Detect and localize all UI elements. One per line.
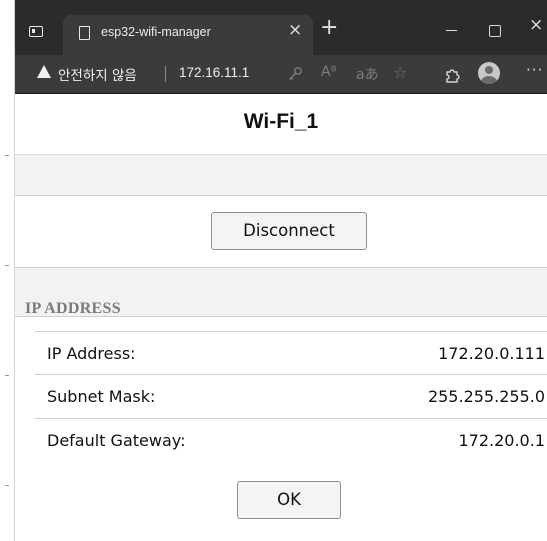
profile-icon[interactable] — [478, 62, 500, 84]
edge-mark — [5, 375, 9, 376]
row-label: Subnet Mask: — [47, 387, 156, 406]
row-value: 255.255.255.0 — [427, 387, 545, 406]
subnet-mask-row: Subnet Mask: 255.255.255.0 — [35, 375, 547, 419]
close-icon[interactable]: × — [288, 20, 302, 40]
tab-title: esp32-wifi-manager — [101, 25, 211, 39]
page-title: Wi-Fi_1 — [243, 110, 319, 133]
disconnect-button[interactable]: Disconnect — [211, 212, 367, 250]
left-window-edge — [0, 0, 15, 541]
edge-mark — [5, 265, 9, 266]
row-label: Default Gateway: — [47, 431, 186, 450]
ip-address-row: IP Address: 172.20.0.111 — [35, 331, 547, 375]
tab-actions-icon[interactable] — [29, 26, 43, 37]
extensions-icon[interactable] — [443, 65, 461, 83]
url-text[interactable]: 172.16.11.1 — [179, 65, 249, 80]
address-bar[interactable]: 안전하지 않음 172.16.11.1 A⁸ aあ ☆ ··· — [15, 55, 547, 94]
tab-bar: esp32-wifi-manager × + × — [15, 0, 547, 55]
page-content: Wi-Fi_1 Disconnect IP ADDRESS IP Address… — [15, 94, 547, 541]
row-value: 172.20.0.111 — [438, 344, 545, 363]
maximize-icon[interactable] — [489, 25, 501, 37]
section-title: IP ADDRESS — [25, 300, 121, 317]
security-warning[interactable]: 안전하지 않음 — [58, 64, 137, 84]
row-label: IP Address: — [47, 344, 136, 363]
address-separator — [165, 66, 166, 82]
row-value: 172.20.0.1 — [458, 431, 545, 450]
separator-band — [15, 154, 547, 196]
default-gateway-row: Default Gateway: 172.20.0.1 — [35, 419, 547, 463]
active-tab[interactable]: esp32-wifi-manager × — [63, 15, 313, 55]
read-aloud-icon[interactable]: A⁸ — [321, 64, 336, 80]
minimize-icon[interactable] — [446, 30, 457, 31]
browser-window: esp32-wifi-manager × + × 안전하지 않음 172.16.… — [15, 0, 547, 541]
more-icon[interactable]: ··· — [526, 61, 543, 79]
edge-mark — [5, 155, 9, 156]
page-icon — [79, 26, 90, 40]
ok-button[interactable]: OK — [237, 481, 341, 519]
key-icon[interactable] — [287, 66, 303, 82]
window-close-icon[interactable]: × — [529, 15, 543, 35]
new-tab-icon[interactable]: + — [320, 15, 338, 40]
translate-icon[interactable]: aあ — [356, 64, 379, 84]
favorite-icon[interactable]: ☆ — [393, 63, 407, 82]
edge-mark — [5, 485, 9, 486]
warning-icon[interactable] — [37, 65, 51, 78]
